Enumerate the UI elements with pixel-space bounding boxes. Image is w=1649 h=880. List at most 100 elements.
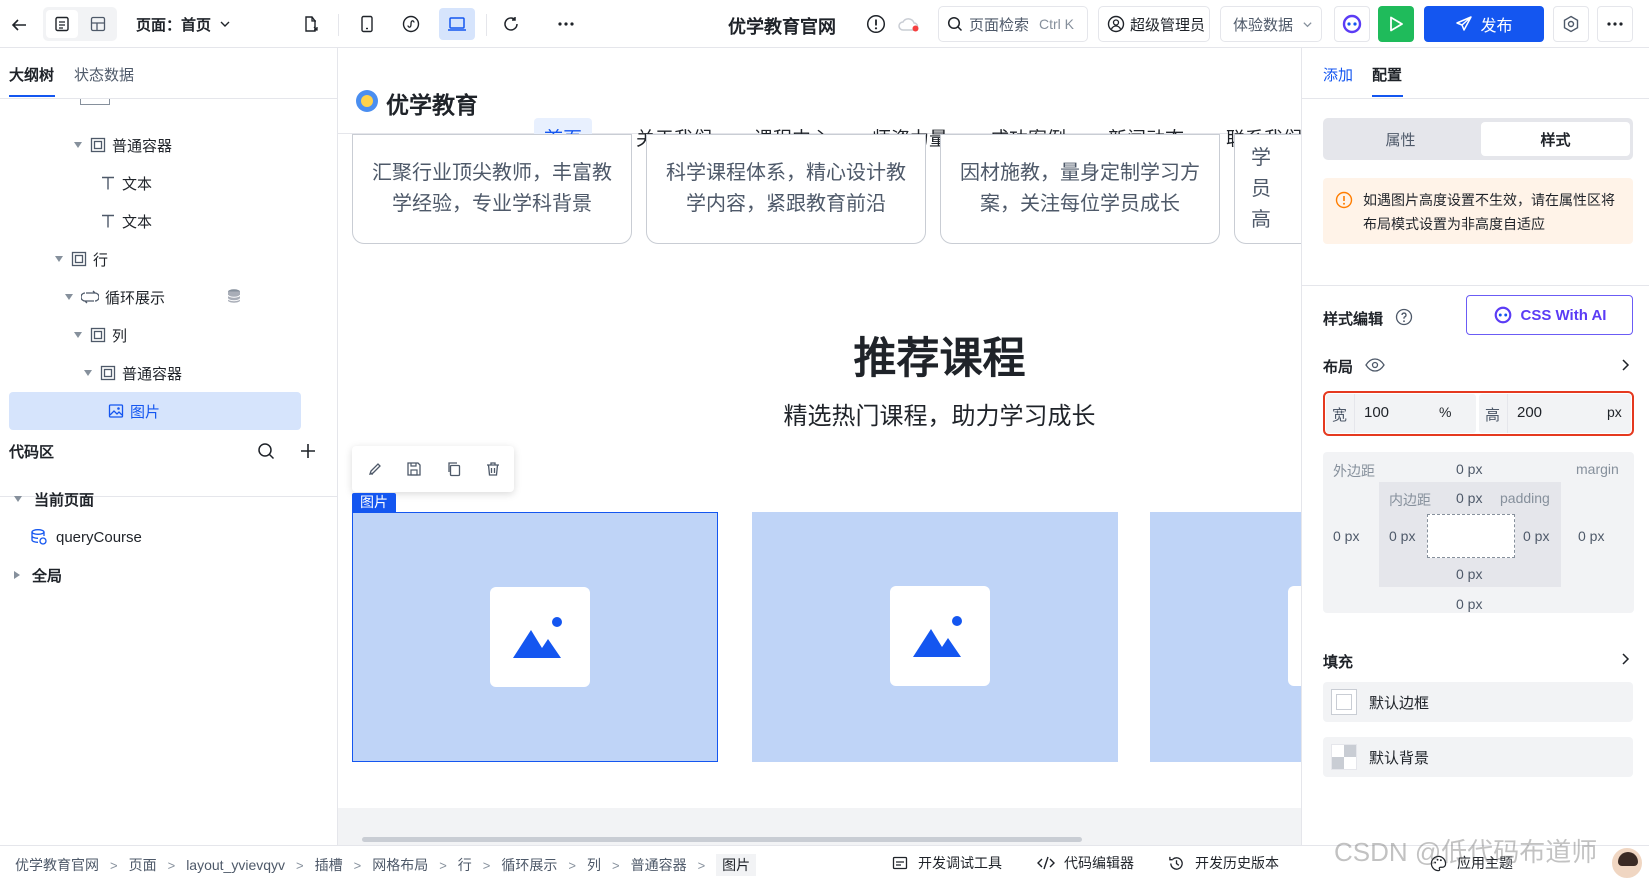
breadcrumb-item[interactable]: 页面 (129, 855, 157, 875)
layout-grid-icon[interactable] (82, 10, 114, 38)
toolbar-divider (338, 14, 339, 36)
padding-bottom-value[interactable]: 0 px (1456, 566, 1482, 582)
padding-right-value[interactable]: 0 px (1523, 528, 1549, 544)
css-ai-label: CSS With AI (1520, 306, 1607, 324)
run-preview-button[interactable] (1378, 6, 1414, 42)
history-button[interactable]: 开发历史版本 (1168, 853, 1279, 873)
save-icon[interactable] (403, 458, 425, 480)
export-page-icon[interactable] (298, 11, 324, 37)
segment-attributes[interactable]: 属性 (1323, 118, 1478, 160)
padding-top-value[interactable]: 0 px (1456, 490, 1482, 506)
breadcrumb-item[interactable]: 网格布局 (372, 855, 428, 875)
course-image-selected[interactable] (352, 512, 718, 762)
breadcrumb-item[interactable]: 插槽 (315, 855, 343, 875)
edit-icon[interactable] (364, 458, 386, 480)
tree-node[interactable]: 普通容器 (74, 126, 172, 164)
more-menu-icon[interactable] (1597, 6, 1633, 42)
dev-tools-button[interactable]: 开发调试工具 (892, 853, 1002, 873)
breadcrumb-item[interactable]: 优学教育官网 (15, 855, 99, 875)
eye-icon[interactable] (1365, 358, 1385, 372)
tree-node[interactable]: 普通容器 (84, 354, 182, 392)
tree-node[interactable]: 文本 (100, 202, 152, 240)
chevron-right-icon[interactable] (1620, 359, 1630, 371)
breadcrumb-item[interactable]: 行 (458, 855, 472, 875)
publish-button[interactable]: 发布 (1424, 6, 1544, 42)
breadcrumb-item[interactable]: layout_yvievqyv (186, 857, 285, 873)
code-tree-label: 当前页面 (34, 491, 95, 509)
breadcrumb-item-current[interactable]: 图片 (716, 854, 757, 876)
tab-add[interactable]: 添加 (1323, 64, 1353, 85)
search-icon[interactable] (254, 439, 278, 463)
feature-card-text: 科学课程体系，精心设计教学内容，紧跟教育前沿 (666, 162, 906, 215)
tree-node[interactable]: 行 (55, 240, 108, 278)
height-label: 高 (1485, 407, 1501, 424)
code-editor-button[interactable]: 代码编辑器 (1037, 853, 1134, 873)
breadcrumb-item[interactable]: 普通容器 (631, 855, 687, 875)
code-tree-query[interactable]: queryCourse (30, 518, 142, 556)
margin-right-value[interactable]: 0 px (1578, 528, 1604, 544)
help-icon[interactable] (1395, 308, 1413, 326)
breadcrumb-separator: > (110, 857, 118, 873)
page-list-icon[interactable] (46, 10, 78, 38)
more-icon[interactable] (553, 11, 579, 37)
section-divider (1302, 285, 1649, 286)
loop-icon (81, 290, 99, 304)
mini-program-icon[interactable] (398, 11, 424, 37)
add-icon[interactable] (296, 439, 320, 463)
delete-icon[interactable] (482, 458, 504, 480)
user-button[interactable]: 超级管理员 (1098, 6, 1210, 42)
feature-card[interactable]: 汇聚行业顶尖教师，丰富教学经验，专业学科背景 (352, 134, 632, 244)
page-selector[interactable]: 页面：首页 (136, 12, 231, 36)
warning-icon (1335, 191, 1353, 209)
padding-left-value[interactable]: 0 px (1389, 528, 1415, 544)
feature-card[interactable]: 因材施教，量身定制学习方案，关注每位学员成长 (940, 134, 1220, 244)
height-unit[interactable]: px (1607, 404, 1622, 420)
width-value[interactable]: 100 (1364, 404, 1389, 421)
width-field[interactable]: 宽 100 % (1326, 394, 1476, 433)
ai-assistant-icon[interactable] (1334, 6, 1370, 42)
refresh-icon[interactable] (498, 11, 524, 37)
tree-node[interactable]: 文本 (100, 164, 152, 202)
tab-config[interactable]: 配置 (1372, 64, 1402, 85)
breadcrumb-separator: > (611, 857, 620, 873)
height-value[interactable]: 200 (1517, 404, 1542, 421)
code-tree-global[interactable]: 全局 (14, 556, 62, 594)
tree-node[interactable]: 循环展示 (65, 278, 165, 316)
chevron-right-icon[interactable] (1620, 653, 1630, 665)
feature-card[interactable]: 科学课程体系，精心设计教学内容，紧跟教育前沿 (646, 134, 926, 244)
back-arrow-icon[interactable] (6, 12, 32, 38)
tab-outline-tree[interactable]: 大纲树 (9, 64, 54, 85)
height-field[interactable]: 高 200 px (1479, 394, 1631, 433)
tab-state-data[interactable]: 状态数据 (74, 64, 134, 85)
width-unit[interactable]: % (1439, 404, 1451, 420)
cloud-sync-icon[interactable] (896, 12, 922, 36)
course-image[interactable] (752, 512, 1118, 762)
data-mode-select[interactable]: 体验数据 (1220, 6, 1322, 42)
horizontal-scrollbar[interactable] (362, 837, 1082, 842)
tree-node[interactable]: 列 (74, 316, 127, 354)
margin-top-value[interactable]: 0 px (1456, 461, 1482, 477)
design-canvas[interactable]: 优学教育 首页 关于我们 课程中心 师资力量 成功案例 新闻动态 联系我们 汇聚… (338, 48, 1301, 845)
mobile-view-icon[interactable] (354, 11, 380, 37)
code-tree-current-page[interactable]: 当前页面 (14, 480, 94, 518)
segment-styles[interactable]: 样式 (1481, 122, 1630, 156)
background-setting[interactable]: 默认背景 (1323, 737, 1633, 777)
border-setting[interactable]: 默认边框 (1323, 682, 1633, 722)
breadcrumb-item[interactable]: 列 (587, 855, 601, 875)
css-with-ai-button[interactable]: CSS With AI (1466, 295, 1633, 335)
course-image[interactable] (1150, 512, 1301, 762)
border-default-label: 默认边框 (1369, 694, 1430, 712)
dev-tools-icon (892, 856, 908, 870)
content-box (1427, 514, 1515, 558)
user-avatar[interactable] (1610, 846, 1644, 880)
margin-bottom-value[interactable]: 0 px (1456, 596, 1482, 612)
desktop-view-icon[interactable] (439, 8, 475, 40)
info-icon[interactable] (864, 12, 888, 36)
page-search-button[interactable]: 页面检索 Ctrl K (938, 6, 1088, 42)
margin-left-value[interactable]: 0 px (1333, 528, 1359, 544)
breadcrumb-item[interactable]: 循环展示 (501, 855, 557, 875)
settings-icon[interactable] (1553, 6, 1589, 42)
feature-card[interactable]: 学员高 (1234, 134, 1301, 244)
tree-node[interactable]: 图片 (108, 392, 160, 430)
copy-icon[interactable] (443, 458, 465, 480)
